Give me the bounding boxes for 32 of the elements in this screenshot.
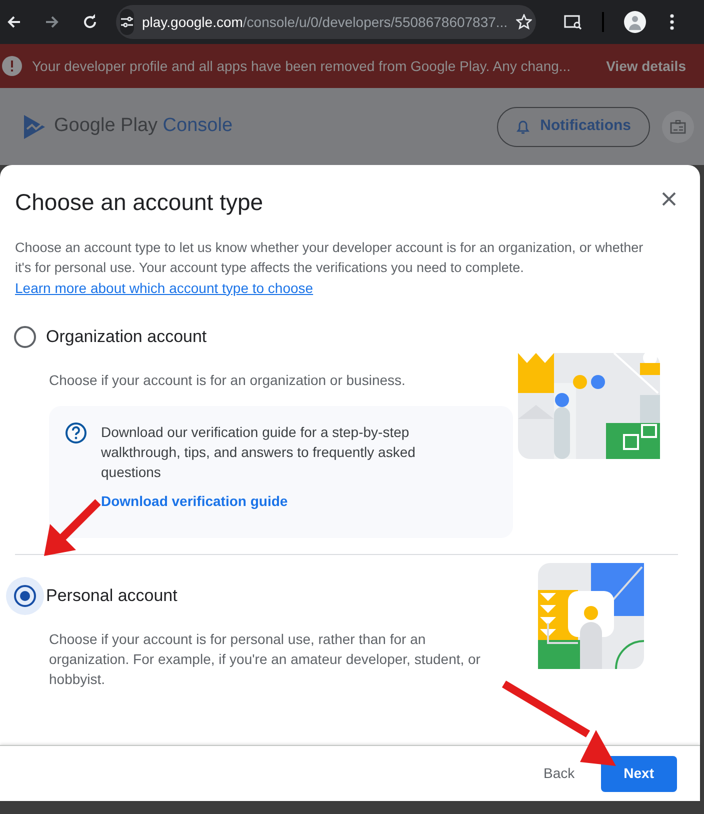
avatar-icon[interactable] [624,11,646,33]
back-icon[interactable] [6,14,22,30]
id-card-icon [670,120,686,134]
close-icon[interactable] [662,192,676,206]
app-logo-text: Google Play Console [54,114,233,138]
screen-search-icon[interactable] [564,14,582,30]
learn-more-link[interactable]: Learn more about which account type to choose [15,278,314,298]
option-description: Choose if your account is for personal use, rather than for an organization. For example, if you're an amateur developer, student, or hobbyist. [49,630,482,688]
next-button[interactable]: Next [600,756,677,792]
bell-icon [516,118,530,134]
option-title[interactable]: Personal account [46,582,178,608]
radio-button[interactable] [14,584,36,606]
site-settings-icon[interactable] [120,16,134,28]
address-bar[interactable]: play.google.com/console/u/0/developers/5508678607837... [116,5,536,39]
forward-icon[interactable] [44,14,60,30]
profile-card-button[interactable] [662,110,694,142]
help-icon [65,422,87,444]
download-guide-link[interactable]: Download verification guide [101,490,288,512]
play-logo-icon [22,114,46,140]
dialog-description: Choose an account type to let us know whether your developer account is for an organization, or whether it's for personal use. Your account type affects the verifications you need to complete. [15,238,644,277]
dialog-title: Choose an account type [15,188,264,217]
back-button[interactable]: Back [544,756,575,792]
help-text: Download our verification guide for a step-by-step walkthrough, tips, and answers to frequently asked questions [101,422,416,482]
radio-button[interactable] [14,326,36,348]
url-text: play.google.com/console/u/0/developers/5508678607837... [142,12,508,32]
banner-message: Your developer profile and all apps have been removed from Google Play. Any chang... [32,56,572,76]
option-title[interactable]: Organization account [46,324,207,350]
option-description: Choose if your account is for an organization or business. [49,370,406,390]
view-details-link[interactable]: View details [606,56,686,76]
more-menu-icon[interactable] [670,14,674,30]
reload-icon[interactable] [82,14,98,30]
star-icon[interactable] [516,14,532,30]
